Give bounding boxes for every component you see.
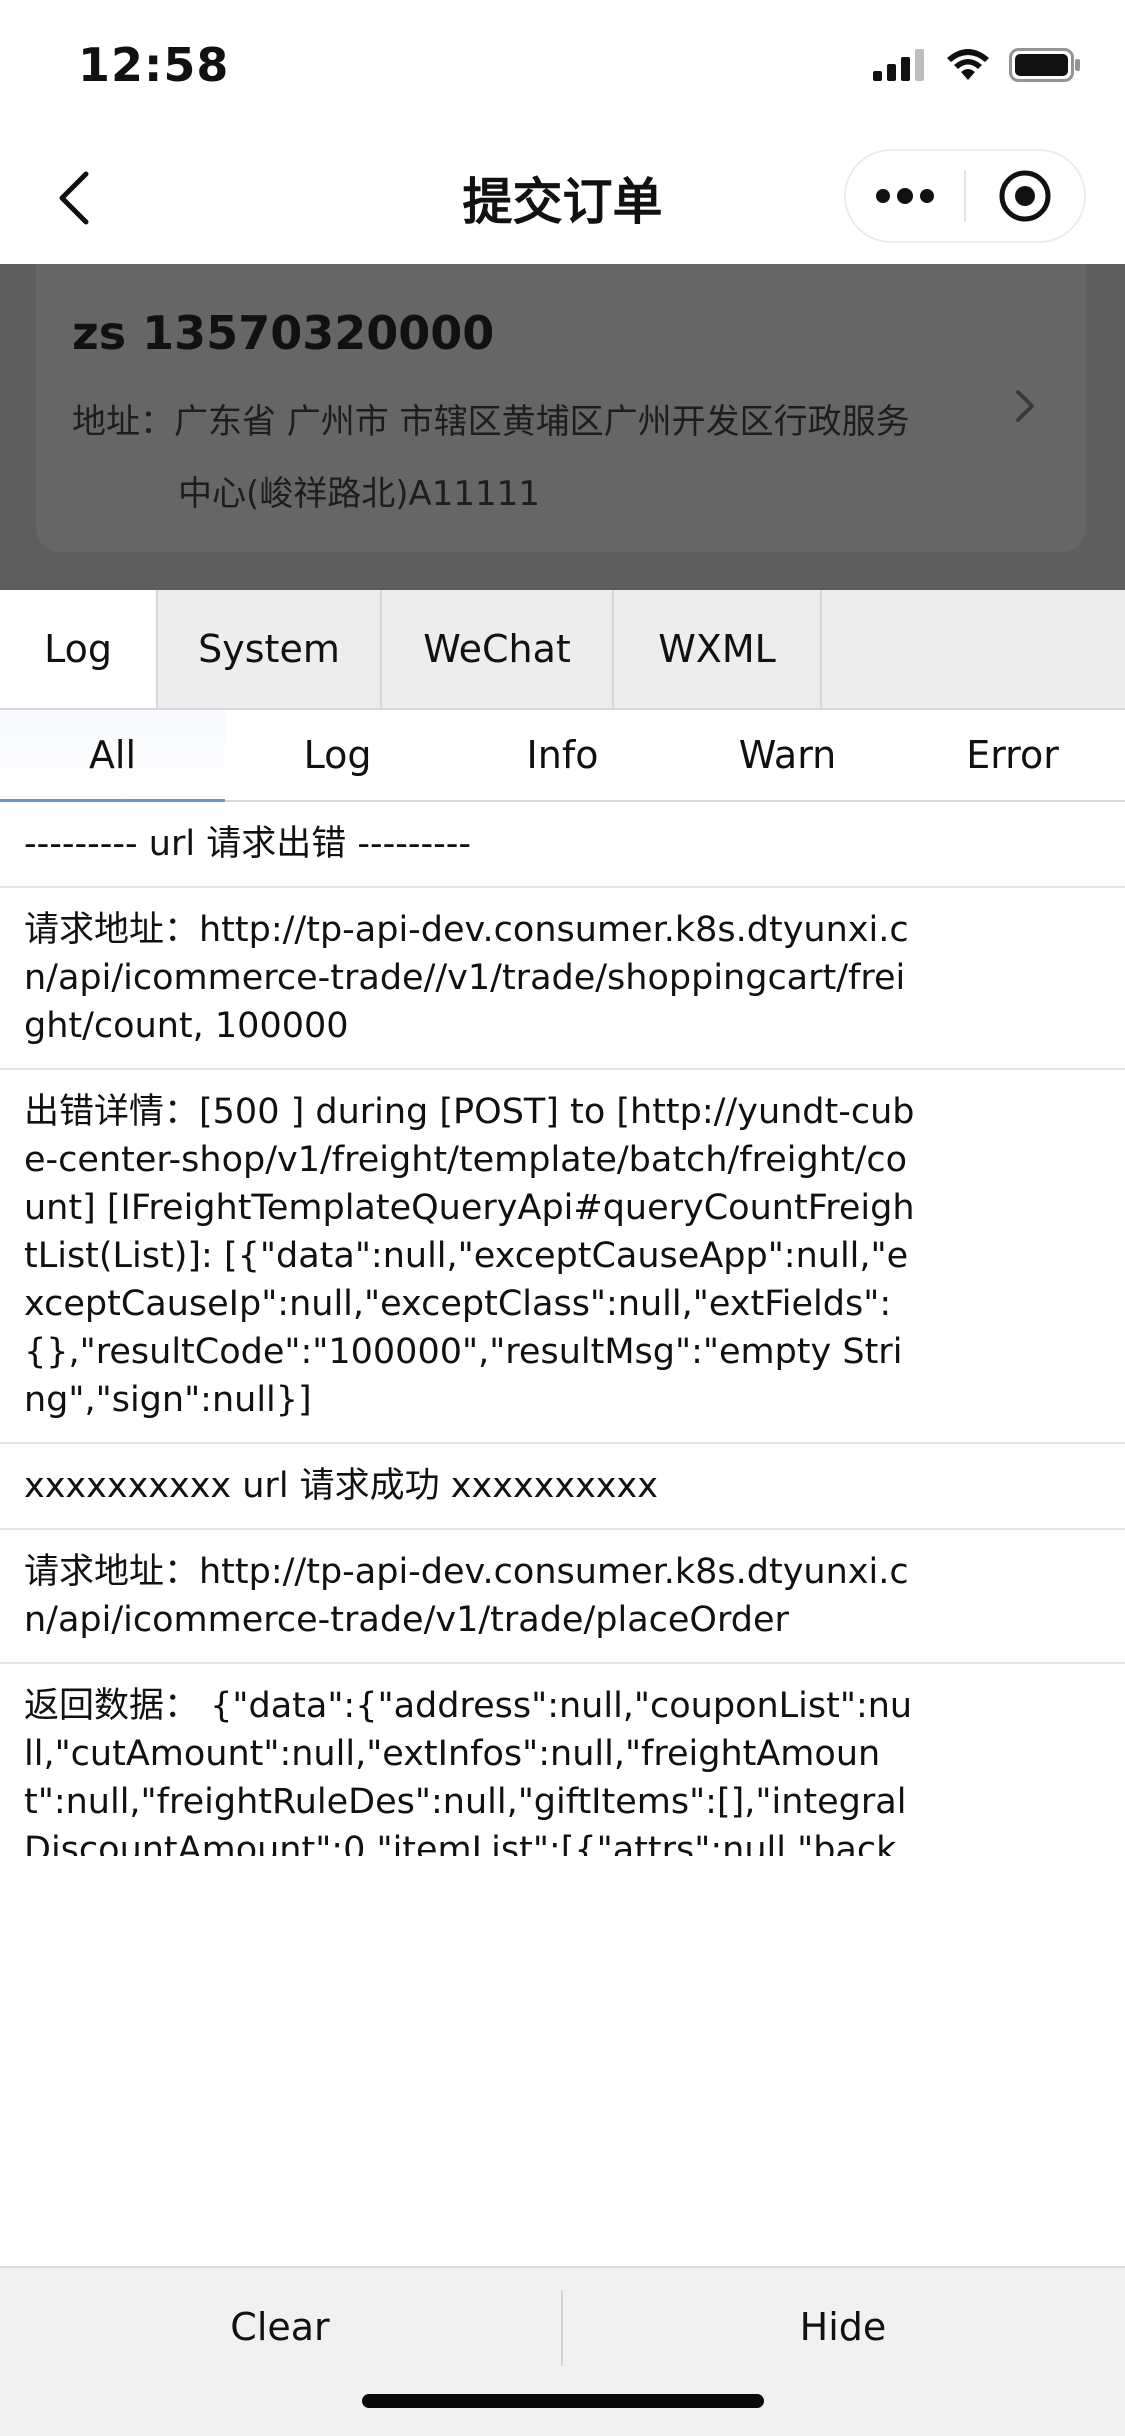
more-dots-icon (876, 188, 934, 204)
log-entry-text: 返回数据： {"data":{"address":null,"couponLis… (24, 1686, 913, 1856)
debug-console-panel: Log System WeChat WXML All Log Info Warn… (0, 590, 1125, 2436)
address-line-2: 中心(峻祥路北)A11111 (178, 474, 540, 514)
address-card[interactable]: zs 13570320000 地址：广东省 广州市 市辖区黄埔区广州开发区行政服… (36, 264, 1086, 552)
nav-bar: 提交订单 (0, 132, 1125, 264)
battery-icon (1009, 48, 1080, 82)
tab-log[interactable]: Log (0, 590, 158, 708)
address-line-1: 地址：广东省 广州市 市辖区黄埔区广州开发区行政服务 (72, 402, 910, 442)
console-filter-tabs: All Log Info Warn Error (0, 710, 1125, 802)
log-entry-text: 出错详情：[500 ] during [POST] to [http://yun… (24, 1092, 915, 1420)
log-entry: --------- url 请求出错 --------- (0, 802, 1125, 888)
filter-tab-all[interactable]: All (0, 710, 225, 802)
status-icons (873, 48, 1081, 82)
wifi-icon (947, 49, 989, 80)
signal-icon (873, 49, 924, 81)
tab-wxml[interactable]: WXML (614, 590, 822, 708)
log-entry-text: 请求地址：http://tp-api-dev.consumer.k8s.dtyu… (24, 1552, 909, 1640)
console-log-list[interactable]: --------- url 请求出错 --------- 请求地址：http:/… (0, 802, 1125, 1856)
mini-program-capsule (844, 149, 1086, 243)
dimmed-page-overlay: zs 13570320000 地址：广东省 广州市 市辖区黄埔区广州开发区行政服… (0, 264, 1125, 590)
status-bar: 12:58 (0, 0, 1125, 132)
log-entry: 请求地址：http://tp-api-dev.consumer.k8s.dtyu… (0, 1530, 1125, 1664)
more-button[interactable] (846, 151, 964, 241)
hide-button[interactable]: Hide (563, 2268, 1123, 2386)
log-entry: 出错详情：[500 ] during [POST] to [http://yun… (0, 1070, 1125, 1444)
chevron-right-icon (1014, 388, 1038, 428)
log-entry: xxxxxxxxxx url 请求成功 xxxxxxxxxx (0, 1444, 1125, 1530)
console-top-tabs: Log System WeChat WXML (0, 590, 1125, 710)
filter-tab-warn[interactable]: Warn (675, 710, 900, 800)
clear-button[interactable]: Clear (0, 2268, 560, 2386)
tab-wechat[interactable]: WeChat (382, 590, 614, 708)
log-entry: 返回数据： {"data":{"address":null,"couponLis… (0, 1664, 1125, 1856)
address-text: 地址：广东省 广州市 市辖区黄埔区广州开发区行政服务 中心(峻祥路北)A1111… (72, 386, 972, 530)
console-bottom-bar: Clear Hide (0, 2266, 1125, 2436)
filter-tab-info[interactable]: Info (450, 710, 675, 800)
filter-tab-log[interactable]: Log (225, 710, 450, 800)
home-indicator (362, 2394, 764, 2408)
log-entry-text: --------- url 请求出错 --------- (24, 824, 472, 864)
close-mini-program-button[interactable] (966, 151, 1084, 241)
filter-tab-error[interactable]: Error (900, 710, 1125, 800)
target-close-icon (999, 170, 1051, 222)
recipient-name-phone: zs 13570320000 (72, 306, 495, 360)
status-time: 12:58 (78, 38, 230, 92)
log-entry: 请求地址：http://tp-api-dev.consumer.k8s.dtyu… (0, 888, 1125, 1070)
tab-system[interactable]: System (158, 590, 382, 708)
log-entry-text: xxxxxxxxxx url 请求成功 xxxxxxxxxx (24, 1466, 658, 1506)
log-entry-text: 请求地址：http://tp-api-dev.consumer.k8s.dtyu… (24, 910, 909, 1046)
